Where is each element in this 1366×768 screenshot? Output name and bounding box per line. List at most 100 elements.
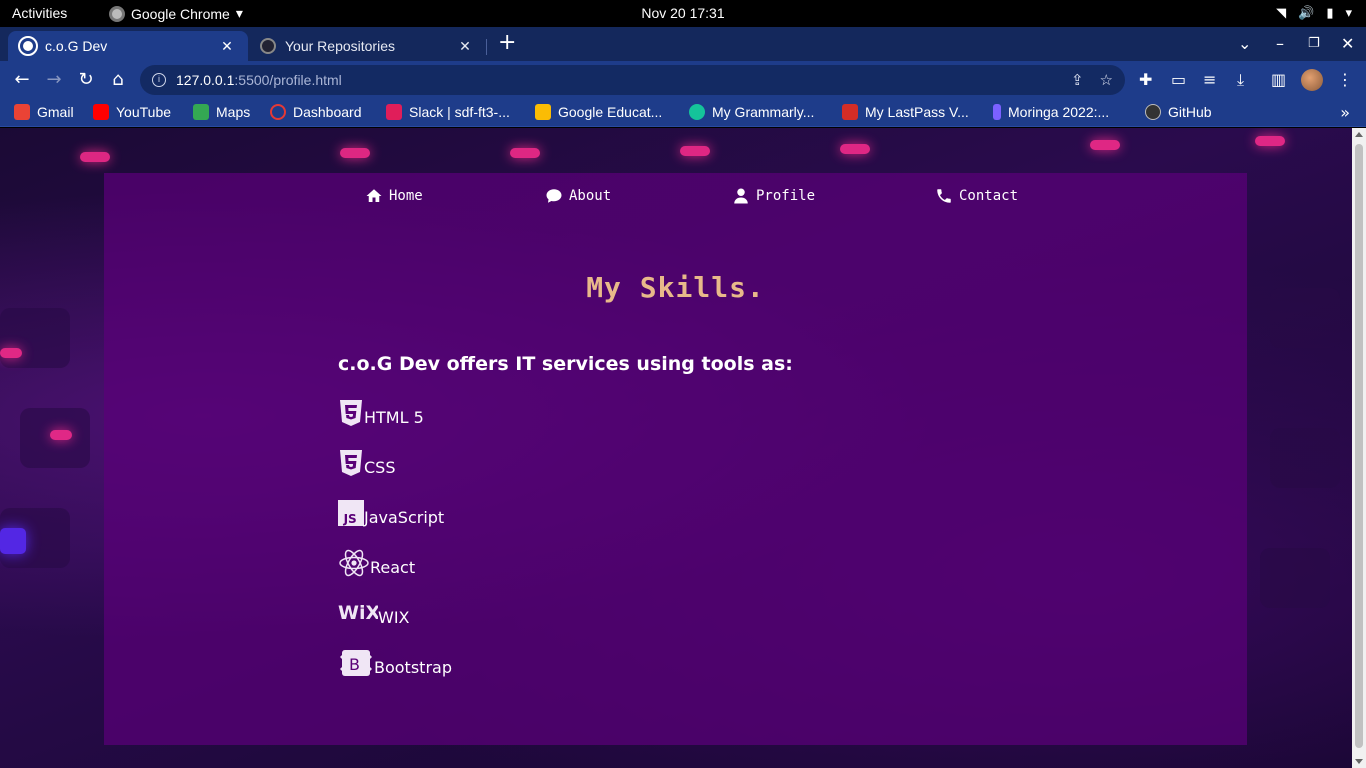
tab-title: c.o.G Dev — [45, 38, 108, 54]
nav-contact[interactable]: Contact — [935, 187, 1018, 205]
bookmark-lastpass[interactable]: My LastPass V... — [842, 104, 969, 120]
close-icon[interactable]: ✕ — [218, 38, 236, 55]
bookmark-google-education[interactable]: Google Educat... — [535, 104, 662, 120]
extensions-icon[interactable]: ✚ — [1139, 70, 1152, 89]
profile-avatar[interactable] — [1301, 69, 1323, 91]
skill-label: JavaScript — [364, 508, 445, 527]
chevron-down-icon: ▾ — [1345, 5, 1352, 20]
forward-icon[interactable]: → — [43, 70, 65, 90]
grammarly-icon — [689, 104, 705, 120]
globe-icon — [18, 36, 38, 56]
tab-cog-dev[interactable]: c.o.G Dev ✕ — [8, 31, 248, 61]
cast-icon[interactable]: ▭ — [1171, 70, 1186, 89]
youtube-icon — [93, 104, 109, 120]
bookmark-gmail[interactable]: Gmail — [14, 104, 74, 120]
bookmark-label: My LastPass V... — [865, 104, 969, 120]
side-panel-icon[interactable]: ▥ — [1271, 70, 1286, 89]
app-name: Google Chrome — [131, 5, 230, 22]
url-host: 127.0.0.1 — [176, 72, 235, 88]
skill-item-wix: WiX WIX — [338, 599, 410, 627]
nav-label: Home — [389, 188, 423, 204]
bookmark-label: Dashboard — [293, 104, 362, 120]
bookmark-dashboard[interactable]: Dashboard — [270, 104, 362, 120]
page-title: My Skills. — [586, 271, 765, 304]
scrollbar-thumb[interactable] — [1355, 144, 1363, 748]
svg-text:JS: JS — [343, 512, 357, 526]
close-icon[interactable]: ✕ — [456, 38, 474, 55]
tab-search-icon[interactable]: ⌄ — [1238, 34, 1251, 53]
kebab-menu-icon[interactable]: ⋮ — [1337, 70, 1353, 89]
bootstrap-icon: B — [338, 649, 374, 677]
nav-home[interactable]: Home — [365, 187, 423, 205]
volume-icon: 🔊 — [1298, 5, 1315, 20]
skill-label: WIX — [378, 608, 410, 627]
url-path: :5500/profile.html — [234, 72, 342, 88]
bookmark-youtube[interactable]: YouTube — [93, 104, 171, 120]
github-icon — [260, 38, 276, 54]
lastpass-icon — [842, 104, 858, 120]
nav-label: Contact — [959, 188, 1019, 204]
skill-item-javascript: JS JavaScript — [338, 499, 444, 527]
wifi-icon: ◥ — [1276, 5, 1287, 20]
bookmark-star-icon[interactable]: ☆ — [1100, 71, 1113, 89]
bookmark-github[interactable]: GitHub — [1145, 104, 1212, 120]
close-window-icon[interactable]: ✕ — [1341, 34, 1354, 53]
bookmark-label: GitHub — [1168, 104, 1212, 120]
user-icon — [734, 188, 748, 204]
dashboard-icon — [270, 104, 286, 120]
address-bar[interactable]: i 127.0.0.1:5500/profile.html ⇪ ☆ — [140, 65, 1125, 95]
home-icon[interactable]: ⌂ — [107, 70, 129, 90]
moringa-icon — [993, 104, 1001, 120]
bookmark-label: My Grammarly... — [712, 104, 815, 120]
activities-button[interactable]: Activities — [12, 5, 67, 21]
skill-item-bootstrap: B Bootstrap — [338, 649, 452, 677]
react-icon — [338, 549, 370, 577]
tab-strip: c.o.G Dev ✕ Your Repositories ✕ — [0, 27, 1366, 61]
phone-icon — [937, 189, 951, 203]
tab-title: Your Repositories — [285, 38, 395, 54]
more-bookmarks-icon[interactable]: » — [1340, 103, 1350, 122]
skill-item-react: React — [338, 549, 415, 577]
bookmark-label: Maps — [216, 104, 251, 120]
bookmark-maps[interactable]: Maps — [193, 104, 250, 120]
media-icon[interactable]: ≡ — [1203, 70, 1216, 89]
chevron-down-icon: ▾ — [235, 5, 243, 21]
skill-label: Bootstrap — [374, 658, 452, 677]
tab-divider — [486, 39, 487, 55]
wix-icon: WiX — [338, 599, 378, 627]
bookmark-label: Gmail — [37, 104, 74, 120]
scroll-down-icon[interactable] — [1355, 759, 1363, 764]
bookmark-moringa[interactable]: Moringa 2022:... — [993, 104, 1109, 120]
skill-label: React — [370, 558, 416, 577]
nav-label: Profile — [756, 188, 816, 204]
page-scrollbar[interactable] — [1352, 128, 1366, 768]
new-tab-button[interactable]: + — [498, 32, 516, 54]
css3-icon — [338, 449, 364, 477]
app-menu[interactable]: Google Chrome ▾ — [109, 5, 243, 22]
javascript-icon: JS — [338, 499, 364, 527]
system-tray[interactable]: ◥ 🔊 ▮ ▾ — [1276, 5, 1352, 21]
scroll-up-icon[interactable] — [1355, 132, 1363, 137]
nav-about[interactable]: About — [545, 187, 611, 205]
skills-panel: Home About Profile Contact My Skills. c.… — [104, 173, 1247, 745]
system-top-bar: Activities Google Chrome ▾ Nov 20 17:31 … — [0, 0, 1366, 27]
download-icon[interactable]: ⤓ — [1237, 70, 1244, 90]
tab-your-repositories[interactable]: Your Repositories ✕ — [248, 31, 486, 61]
reload-icon[interactable]: ↻ — [75, 70, 97, 90]
back-icon[interactable]: ← — [11, 70, 33, 90]
restore-icon[interactable]: ❐ — [1308, 36, 1320, 51]
github-icon — [1145, 104, 1161, 120]
info-icon[interactable]: i — [152, 73, 166, 87]
skill-label: HTML 5 — [364, 408, 424, 427]
bookmark-grammarly[interactable]: My Grammarly... — [689, 104, 814, 120]
page-viewport: Home About Profile Contact My Skills. c.… — [0, 128, 1352, 768]
bookmark-label: Moringa 2022:... — [1008, 104, 1110, 120]
bookmark-slack[interactable]: Slack | sdf-ft3-... — [386, 104, 510, 120]
google-education-icon — [535, 104, 551, 120]
nav-profile[interactable]: Profile — [732, 187, 815, 205]
share-icon[interactable]: ⇪ — [1071, 71, 1084, 89]
bookmark-label: Google Educat... — [558, 104, 663, 120]
skill-label: CSS — [364, 458, 396, 477]
minimize-icon[interactable]: – — [1276, 34, 1284, 53]
svg-text:B: B — [349, 655, 360, 674]
